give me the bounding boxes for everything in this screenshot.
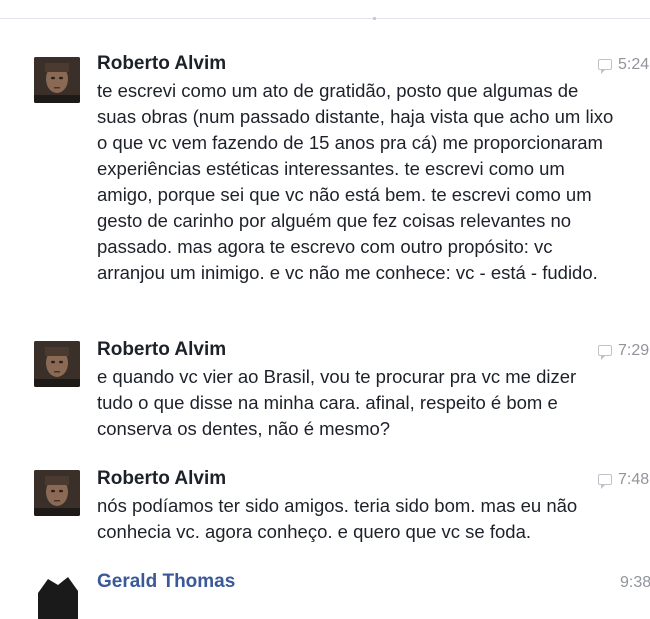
- message-meta: 5:24: [598, 55, 649, 75]
- sender-name[interactable]: Roberto Alvim: [97, 468, 226, 490]
- reply-icon[interactable]: [598, 345, 612, 360]
- message-text: te escrevi como um ato de gratidão, post…: [97, 80, 614, 283]
- avatar[interactable]: [34, 470, 80, 516]
- avatar-photo: [34, 57, 80, 103]
- message-item: Roberto Alvim 5:24 te escrevi como um at…: [0, 53, 650, 323]
- avatar-photo: [34, 573, 80, 619]
- message-item: Gerald Thomas 9:38: [0, 571, 650, 619]
- message-text: e quando vc vier ao Brasil, vou te procu…: [97, 366, 577, 439]
- sender-name[interactable]: Roberto Alvim: [97, 53, 226, 75]
- avatar[interactable]: [34, 57, 80, 103]
- reply-icon[interactable]: [598, 59, 612, 74]
- avatar-photo: [34, 470, 80, 516]
- sender-name[interactable]: Roberto Alvim: [97, 339, 226, 361]
- reply-icon[interactable]: [598, 474, 612, 489]
- avatar[interactable]: [34, 573, 80, 619]
- message-text: nós podíamos ter sido amigos. teria sido…: [97, 495, 578, 542]
- message-item: Roberto Alvim 7:29 e quando vc vier ao B…: [0, 339, 650, 449]
- message-meta: 9:38: [620, 573, 650, 593]
- message-thread: Roberto Alvim 5:24 te escrevi como um at…: [0, 0, 650, 619]
- timestamp: 7:29: [618, 342, 650, 359]
- timestamp: 9:38: [620, 574, 650, 591]
- message-meta: 7:29: [598, 341, 649, 361]
- timestamp: 7:48: [618, 471, 650, 488]
- avatar[interactable]: [34, 341, 80, 387]
- sender-name[interactable]: Gerald Thomas: [97, 571, 235, 593]
- avatar-photo: [34, 341, 80, 387]
- timestamp: 5:24: [618, 56, 650, 73]
- message-meta: 7:48: [598, 470, 649, 490]
- message-item: Roberto Alvim 7:48 nós podíamos ter sido…: [0, 468, 650, 552]
